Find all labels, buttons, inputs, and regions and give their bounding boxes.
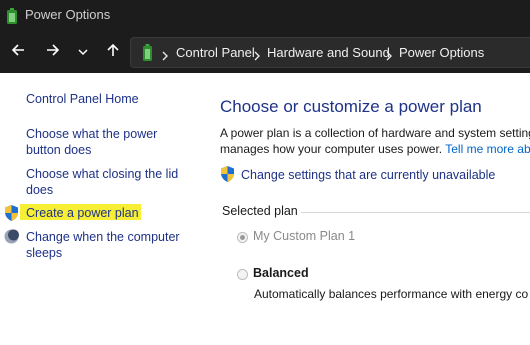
battery-icon <box>142 44 153 66</box>
chevron-right-icon <box>386 48 392 66</box>
uac-shield-icon <box>4 205 19 226</box>
breadcrumb-control-panel[interactable]: Control Panel <box>176 45 255 60</box>
selected-plan-label: Selected plan <box>222 204 298 218</box>
chevron-right-icon <box>162 48 168 66</box>
change-settings-link[interactable]: Change settings that are currently unava… <box>241 168 495 182</box>
sidebar-item-closing-lid[interactable]: Choose what closing the lid does <box>26 166 186 198</box>
breadcrumb-hardware-and-sound[interactable]: Hardware and Sound <box>267 45 390 60</box>
forward-button[interactable] <box>40 39 66 65</box>
plan-radio-balanced[interactable] <box>237 269 248 280</box>
sidebar-item-label: button does <box>26 143 92 157</box>
sidebar-item-label: Create a power plan <box>26 206 139 220</box>
uac-shield-icon <box>220 166 235 187</box>
arrow-up-icon <box>107 43 119 62</box>
sidebar-item-power-button[interactable]: Choose what the power button does <box>26 126 186 158</box>
description-text: manages how your computer uses power. <box>220 142 443 156</box>
arrow-right-icon <box>46 43 60 62</box>
page-title: Choose or customize a power plan <box>220 97 482 116</box>
main-content: Choose or customize a power plan A power… <box>200 73 530 345</box>
sidebar-item-create-power-plan[interactable]: Create a power plan <box>26 205 186 221</box>
sidebar-item-sleep[interactable]: Change when the computer sleeps <box>26 229 186 261</box>
description-line: manages how your computer uses power. Te… <box>220 141 530 157</box>
sidebar: Control Panel Home Choose what the power… <box>0 73 200 345</box>
chevron-right-icon <box>254 48 260 66</box>
description-line: A power plan is a collection of hardware… <box>220 126 530 140</box>
sidebar-item-label: Change when the computer <box>26 230 180 244</box>
window-title: Power Options <box>25 7 111 22</box>
sidebar-item-label: sleeps <box>26 246 63 260</box>
up-button[interactable] <box>100 39 126 65</box>
page-description: A power plan is a collection of hardware… <box>220 125 530 157</box>
sidebar-item-control-panel-home[interactable]: Control Panel Home <box>26 91 186 107</box>
arrow-left-icon <box>11 43 25 62</box>
battery-icon <box>6 8 18 29</box>
address-bar[interactable]: Control Panel Hardware and Sound Power O… <box>130 37 530 68</box>
sidebar-item-label: Choose what the power <box>26 127 158 141</box>
sidebar-item-label: does <box>26 183 54 197</box>
plan-name-balanced: Balanced <box>253 266 309 280</box>
breadcrumb-power-options[interactable]: Power Options <box>399 45 484 60</box>
title-bar: Power Options <box>0 0 530 32</box>
navigation-bar: Control Panel Hardware and Sound Power O… <box>0 32 530 73</box>
plan-name-custom: My Custom Plan 1 <box>253 229 356 243</box>
recent-locations-button[interactable] <box>70 39 96 65</box>
sidebar-item-label: Choose what closing the lid <box>26 167 179 181</box>
plan-description-balanced: Automatically balances performance with … <box>254 287 529 301</box>
group-divider <box>301 212 530 213</box>
plan-radio-custom[interactable] <box>237 232 248 243</box>
back-button[interactable] <box>5 39 31 65</box>
moon-icon <box>4 229 19 249</box>
tell-me-more-link[interactable]: Tell me more about <box>445 142 530 156</box>
chevron-down-icon <box>78 43 88 61</box>
